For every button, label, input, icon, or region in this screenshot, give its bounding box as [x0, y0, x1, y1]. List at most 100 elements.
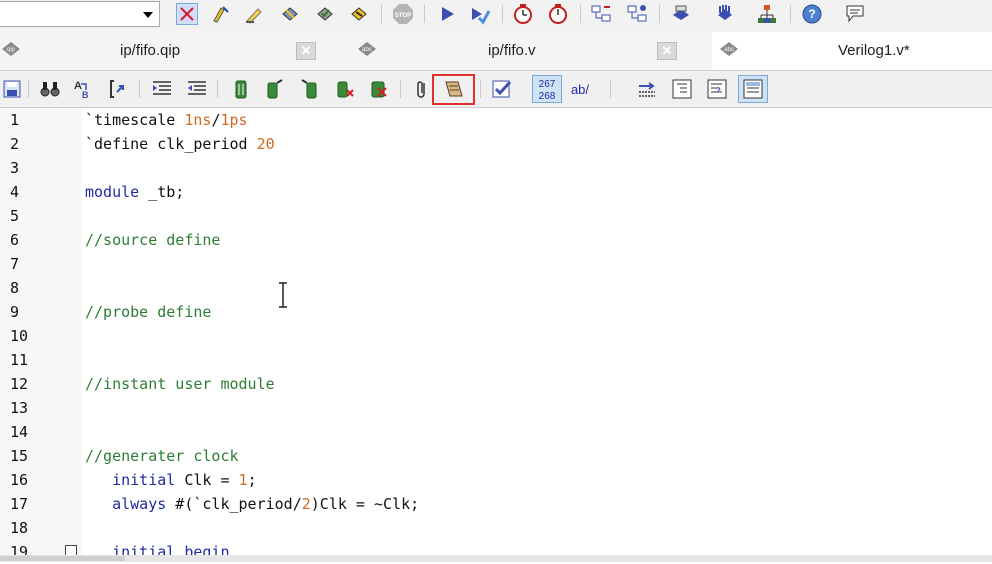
code-editor[interactable]: 1 `timescale 1ns/1ps 2 `define clk_period 2… — [0, 108, 992, 562]
block-icon[interactable] — [635, 77, 659, 101]
toolbar-separator — [480, 80, 481, 98]
tab-verilog1-v[interactable]: abc Verilog1.v* — [712, 32, 992, 70]
validate-icon[interactable] — [490, 77, 514, 101]
timing-icon[interactable] — [314, 3, 336, 25]
toolbar-separator — [28, 80, 29, 98]
code-line[interactable]: 5 — [0, 204, 992, 228]
help-icon[interactable]: ? — [801, 3, 823, 25]
highlight-icon[interactable] — [243, 3, 265, 25]
code-text: //generater clock — [85, 447, 239, 465]
delete-bookmark-icon[interactable] — [367, 77, 391, 101]
code-line[interactable]: 18 — [0, 516, 992, 540]
view-mode-icon[interactable] — [738, 75, 768, 103]
column-icon[interactable] — [670, 77, 694, 101]
code-token: 2 — [301, 495, 311, 513]
toolbar-separator — [381, 5, 382, 23]
toolbar-separator — [139, 80, 140, 98]
start-icon[interactable] — [436, 3, 458, 25]
code-line[interactable]: 8 — [0, 276, 992, 300]
code-line[interactable]: 2 `define clk_period 20 — [0, 132, 992, 156]
tab-fifo-qip[interactable]: qip ip/fifo.qip ✕ — [0, 36, 330, 66]
code-token: module — [85, 183, 140, 201]
editor-toolbar: AB 267 268 ab/ — [0, 71, 992, 108]
code-line[interactable]: 12 //instant user module — [0, 372, 992, 396]
find-icon[interactable] — [38, 77, 62, 101]
unindent-icon[interactable] — [185, 77, 209, 101]
toolbar-separator — [790, 5, 791, 23]
code-token: //source define — [85, 231, 221, 249]
code-text: //instant user module — [85, 375, 275, 393]
compile-icon[interactable] — [176, 3, 198, 25]
close-icon[interactable]: ✕ — [657, 42, 677, 60]
code-line[interactable]: 7 — [0, 252, 992, 276]
toolbar-separator — [659, 5, 660, 23]
next-bookmark-icon[interactable] — [298, 77, 322, 101]
indent-icon[interactable] — [150, 77, 174, 101]
svg-text:A: A — [74, 80, 82, 92]
code-line[interactable]: 3 — [0, 156, 992, 180]
bookmark-icon[interactable] — [229, 77, 253, 101]
code-token: `define clk_period — [85, 135, 257, 153]
timer-reset-icon[interactable] — [547, 3, 569, 25]
code-token: ; — [247, 471, 257, 489]
code-line[interactable]: 13 — [0, 396, 992, 420]
stop-icon[interactable]: STOP — [392, 3, 414, 25]
hierarchy-dropdown[interactable] — [0, 1, 160, 27]
signaltap-icon[interactable] — [714, 3, 736, 25]
show-whitespace-icon[interactable] — [705, 77, 729, 101]
rtl-viewer-icon[interactable] — [590, 3, 612, 25]
template-icon[interactable] — [442, 77, 466, 101]
svg-text:STOP: STOP — [395, 13, 411, 19]
close-icon[interactable]: ✕ — [296, 42, 316, 60]
line-number-icon[interactable]: 267 268 — [532, 75, 562, 103]
line-number: 18 — [10, 519, 29, 537]
code-line[interactable]: 15 //generater clock — [0, 444, 992, 468]
code-token: always — [112, 495, 167, 513]
word-wrap-icon[interactable]: ab/ — [566, 77, 594, 101]
tree-icon[interactable] — [756, 3, 778, 25]
attach-icon[interactable] — [410, 77, 434, 101]
timer-icon[interactable] — [512, 3, 534, 25]
code-line[interactable]: 16 initial Clk = 1; — [0, 468, 992, 492]
line-number: 16 — [10, 471, 29, 489]
code-text: //source define — [85, 231, 220, 249]
code-line[interactable]: 14 — [0, 420, 992, 444]
assembler-icon[interactable] — [279, 3, 301, 25]
scrollbar-thumb[interactable] — [0, 556, 125, 561]
comment-icon[interactable] — [844, 3, 866, 25]
code-token: //instant user module — [85, 375, 275, 393]
save-icon[interactable] — [0, 77, 24, 101]
line-number: 9 — [10, 303, 20, 321]
code-token: )Clk = ~Clk; — [310, 495, 420, 513]
code-line[interactable]: 17 always #(`clk_period/2)Clk = ~Clk; — [0, 492, 992, 516]
chevron-down-icon[interactable] — [143, 12, 153, 18]
code-token: 1ps — [220, 111, 248, 129]
code-line[interactable]: 6 //source define — [0, 228, 992, 252]
compile-design-icon[interactable] — [469, 3, 491, 25]
line-number: 14 — [10, 423, 29, 441]
prev-bookmark-icon[interactable] — [262, 77, 286, 101]
code-line[interactable]: 1 `timescale 1ns/1ps — [0, 108, 992, 132]
code-line[interactable]: 10 — [0, 324, 992, 348]
horizontal-scrollbar[interactable] — [0, 555, 992, 562]
code-token: //probe define — [85, 303, 212, 321]
code-token: `timescale — [85, 111, 185, 129]
code-token: 1 — [238, 471, 248, 489]
clear-bookmark-icon[interactable] — [333, 77, 357, 101]
analysis-icon[interactable] — [210, 3, 232, 25]
replace-icon[interactable]: AB — [72, 77, 96, 101]
toolbar-separator — [580, 5, 581, 23]
code-line[interactable]: 11 — [0, 348, 992, 372]
goto-icon[interactable] — [107, 77, 131, 101]
code-line[interactable]: 4 module _tb; — [0, 180, 992, 204]
line-number: 2 — [10, 135, 20, 153]
programmer-icon[interactable] — [670, 3, 692, 25]
line-number: 17 — [10, 495, 29, 513]
code-text: always #(`clk_period/2)Clk = ~Clk; — [85, 495, 419, 513]
netlist-icon[interactable] — [348, 3, 370, 25]
code-line[interactable]: 9 //probe define — [0, 300, 992, 324]
tab-fifo-v[interactable]: abc ip/fifo.v ✕ — [352, 36, 692, 66]
technology-viewer-icon[interactable] — [626, 3, 648, 25]
code-text: initial Clk = 1; — [85, 471, 257, 489]
